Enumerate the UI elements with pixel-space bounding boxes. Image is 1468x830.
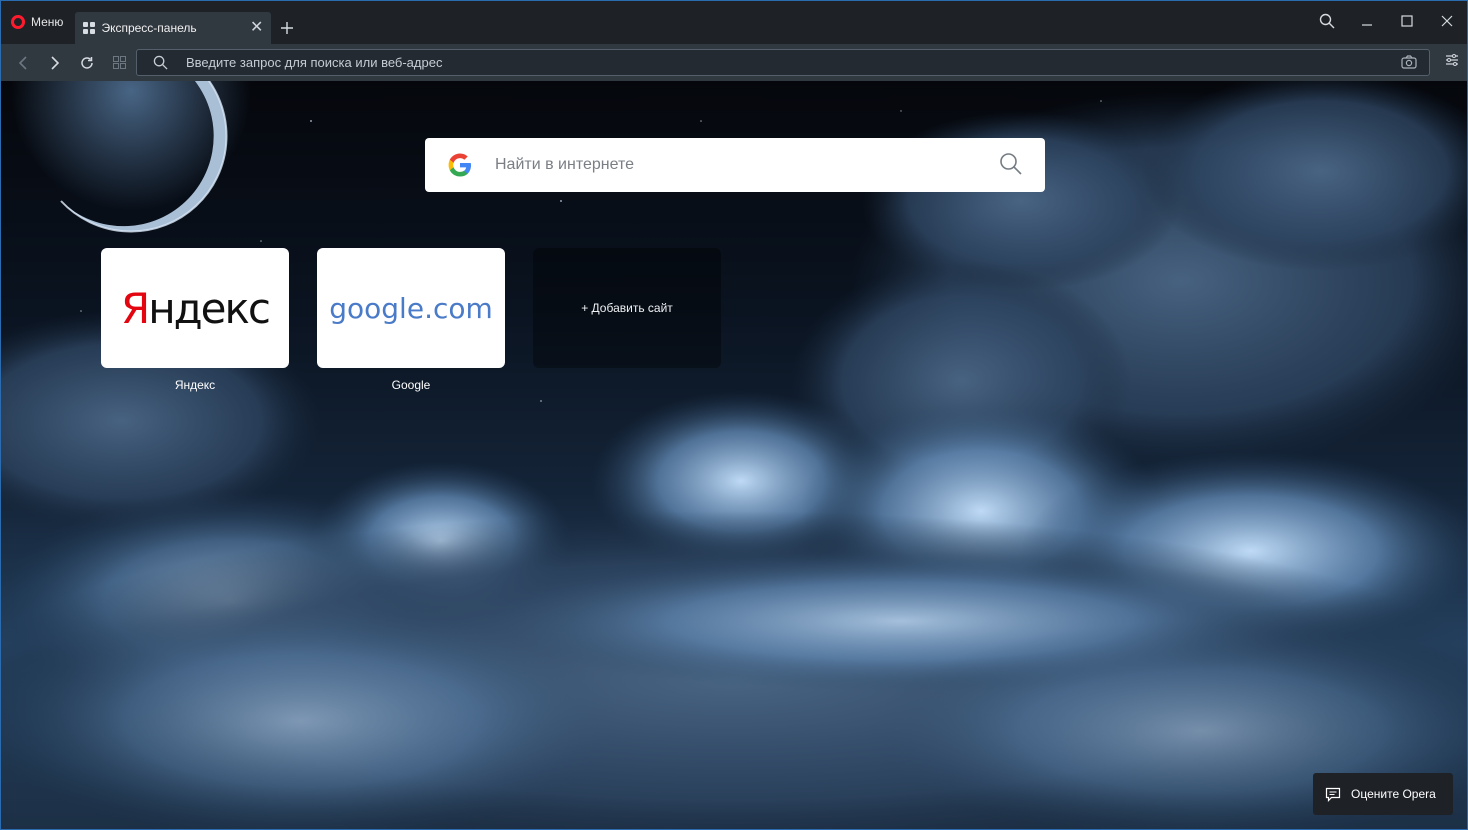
menu-label: Меню (31, 14, 64, 29)
close-icon (1441, 15, 1453, 27)
minimize-button[interactable] (1347, 1, 1387, 41)
rate-opera-button[interactable]: Оцените Opera (1313, 773, 1453, 815)
wallpaper-night-clouds (1, 81, 1467, 829)
speed-dial-grid-icon (83, 22, 96, 34)
google-com-logo: google.com (329, 291, 493, 325)
tile-thumbnail[interactable]: google.com (317, 248, 505, 368)
tab-speed-dial[interactable]: Экспресс-панель ✕ (75, 12, 272, 44)
chevron-left-icon (18, 55, 27, 70)
speed-dial-tile-google[interactable]: google.com Google (317, 248, 505, 392)
add-site-label: + Добавить сайт (581, 301, 673, 315)
title-bar: Меню Экспресс-панель ✕ (1, 1, 1467, 44)
forward-button[interactable] (39, 48, 71, 78)
easy-setup-button[interactable] (1445, 53, 1459, 72)
search-icon (153, 55, 168, 70)
settings-sliders-icon (1446, 54, 1458, 66)
search-placeholder: Найти в интернете (495, 156, 635, 173)
google-logo-icon (448, 153, 471, 177)
tile-thumbnail[interactable]: Яндекс (101, 248, 289, 368)
yandex-logo: Яндекс (121, 283, 271, 333)
search-submit-button[interactable] (999, 152, 1023, 181)
search-icon (1000, 153, 1022, 175)
reload-button[interactable] (71, 48, 103, 78)
maximize-icon (1401, 15, 1413, 27)
reload-icon (81, 56, 93, 69)
snapshot-button[interactable] (1401, 55, 1417, 72)
speed-dial-page: Найти в интернете Яндекс Яндекс google.c… (1, 81, 1467, 829)
search-icon (1319, 13, 1335, 29)
opera-logo-icon (11, 14, 25, 29)
new-tab-button[interactable] (271, 12, 303, 44)
browser-window: Меню Экспресс-панель ✕ Введите запрос дл… (0, 0, 1468, 830)
window-search-button[interactable] (1307, 1, 1347, 41)
tab-close-icon[interactable]: ✕ (250, 20, 263, 36)
tab-grid-button[interactable] (103, 48, 135, 78)
plus-icon (281, 22, 294, 34)
camera-icon (1401, 55, 1417, 69)
tile-label: Google (391, 378, 431, 392)
chevron-right-icon (51, 55, 60, 70)
address-bar-placeholder: Введите запрос для поиска или веб-адрес (186, 55, 443, 70)
grid-icon (112, 56, 126, 69)
tile-label: Яндекс (174, 378, 216, 392)
address-bar[interactable]: Введите запрос для поиска или веб-адрес (136, 49, 1430, 76)
add-site-tile[interactable]: + Добавить сайт (533, 248, 721, 368)
speed-dial-tile-yandex[interactable]: Яндекс Яндекс (101, 248, 289, 392)
maximize-button[interactable] (1387, 1, 1427, 41)
rate-opera-label: Оцените Opera (1351, 787, 1436, 801)
opera-menu-button[interactable]: Меню (1, 1, 73, 44)
speed-dial-search-box[interactable]: Найти в интернете (425, 138, 1045, 192)
message-icon (1325, 787, 1341, 802)
tab-title: Экспресс-панель (101, 21, 197, 35)
close-window-button[interactable] (1427, 1, 1467, 41)
window-controls (1307, 1, 1467, 41)
minimize-icon (1362, 24, 1372, 26)
navigation-toolbar: Введите запрос для поиска или веб-адрес (1, 44, 1467, 81)
back-button[interactable] (7, 48, 39, 78)
